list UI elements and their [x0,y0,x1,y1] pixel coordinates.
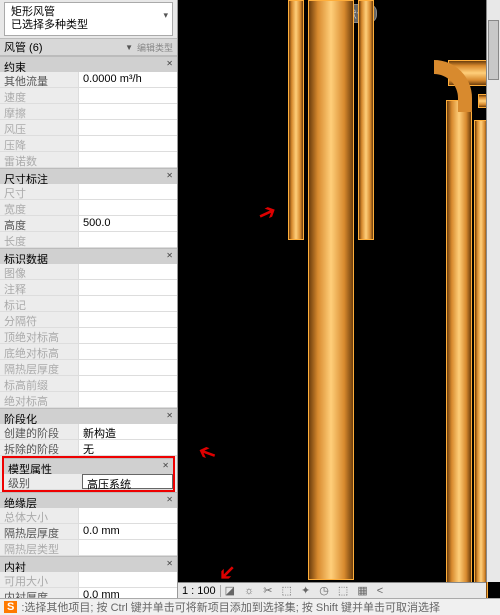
group-dims[interactable]: 尺寸标注✕ [0,168,177,184]
val-height[interactable]: 500.0 [78,216,177,231]
duct-segment[interactable] [288,0,304,240]
group-model[interactable]: 模型属性✕ [4,458,173,474]
type-subname: 已选择多种类型 [11,19,166,32]
duct-segment[interactable] [358,0,374,240]
view-control-icons[interactable]: ◪ ☼ ✂ ⬚ ✦ ◷ ⬚ ▦ < [221,584,391,597]
edit-type-button[interactable]: 编辑类型 [137,41,173,54]
viewport-scrollbar-vertical[interactable] [486,0,500,582]
view-scale[interactable]: 1 : 100 [178,585,221,597]
highlighted-group: 模型属性✕ 级别高压系统 [2,456,175,492]
val-flow[interactable]: 0.0000 m³/h [78,72,177,87]
annotation-arrow: ➔ [194,438,220,469]
properties-panel: 矩形风管 已选择多种类型 风管 (6) ▼ 编辑类型 约束✕ 其他流量0.000… [0,0,178,598]
group-insul[interactable]: 绝缘层✕ [0,492,177,508]
view-control-bar[interactable]: 1 : 100 ◪ ☼ ✂ ⬚ ✦ ◷ ⬚ ▦ < [178,582,486,598]
group-constraints[interactable]: 约束✕ [0,56,177,72]
category-row[interactable]: 风管 (6) ▼ 编辑类型 [0,38,177,56]
group-lining[interactable]: 内衬✕ [0,556,177,572]
group-phasing[interactable]: 阶段化✕ [0,408,177,424]
duct-segment[interactable] [308,0,354,580]
val-level[interactable]: 高压系统 [82,474,173,489]
ime-indicator[interactable]: S [4,601,17,613]
duct-segment[interactable] [446,100,472,598]
status-text: :选择其他项目; 按 Ctrl 键并单击可将新项目添加到选择集; 按 Shift… [21,599,440,615]
type-selector[interactable]: 矩形风管 已选择多种类型 [4,2,173,36]
group-iddata[interactable]: 标识数据✕ [0,248,177,264]
category-label: 风管 (6) [4,39,43,55]
status-bar: S :选择其他项目; 按 Ctrl 键并单击可将新项目添加到选择集; 按 Shi… [0,598,500,615]
viewport-3d[interactable]: U39(默认) ➔ ➔ ➔ 1 : 100 ◪ ☼ ✂ ⬚ ✦ ◷ ⬚ ▦ < [178,0,500,598]
annotation-arrow: ➔ [253,197,281,228]
type-name: 矩形风管 [11,6,166,19]
chevron-down-icon: ▼ [125,43,133,52]
